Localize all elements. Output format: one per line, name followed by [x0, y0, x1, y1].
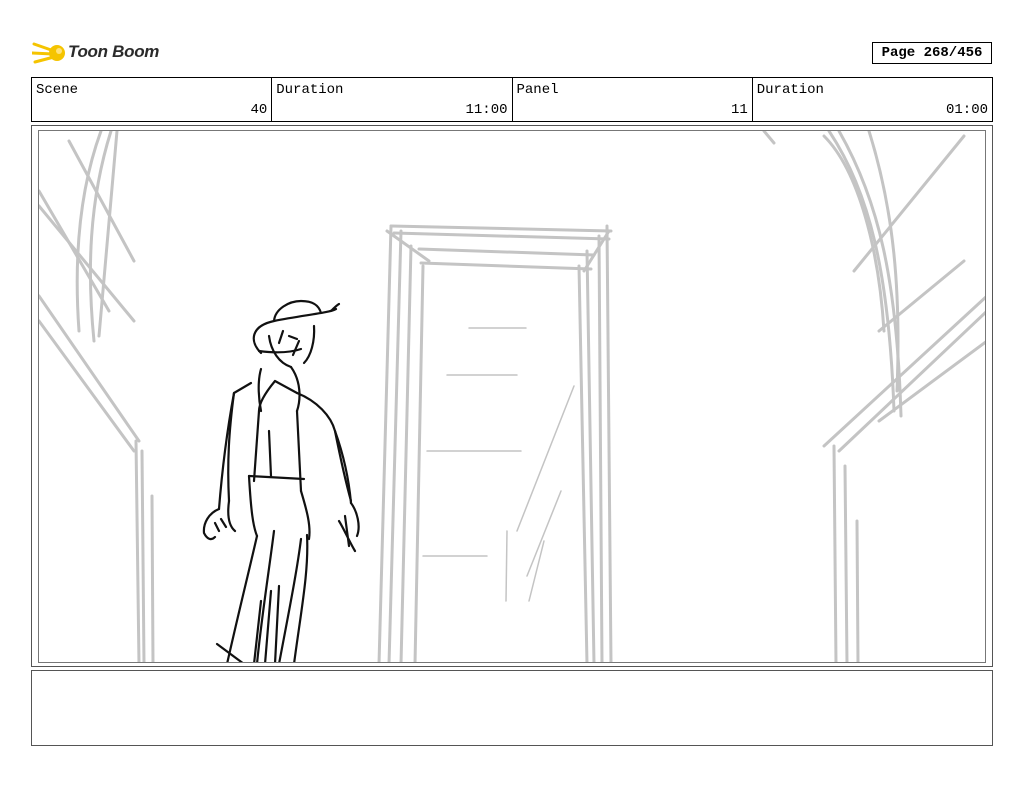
toon-boom-logo: Toon Boom	[32, 36, 162, 70]
page-indicator: Page 268/456	[872, 42, 992, 64]
storyboard-panel	[38, 130, 986, 663]
scene-duration-value: 11:00	[465, 102, 508, 118]
panel-duration-value: 01:00	[945, 102, 988, 118]
panel-cell: Panel 11	[513, 78, 753, 121]
character-sketch	[202, 299, 360, 662]
background-sketch	[39, 131, 985, 662]
toon-boom-comet-icon	[32, 42, 65, 64]
brand-name: Toon Boom	[68, 42, 160, 61]
panel-label: Panel	[516, 82, 559, 98]
scene-label: Scene	[36, 82, 79, 98]
scene-cell: Scene 40	[32, 78, 273, 121]
panel-notes	[31, 670, 993, 746]
panel-duration-cell: Duration 01:00	[753, 78, 992, 121]
scene-duration-label: Duration	[276, 82, 344, 98]
scene-value: 40	[250, 102, 268, 118]
panel-sketch	[39, 131, 985, 662]
storyboard-header: Scene 40 Duration 11:00 Panel 11 Duratio…	[31, 77, 993, 122]
panel-value: 11	[730, 102, 748, 118]
scene-duration-cell: Duration 11:00	[272, 78, 513, 121]
panel-duration-label: Duration	[756, 82, 824, 98]
